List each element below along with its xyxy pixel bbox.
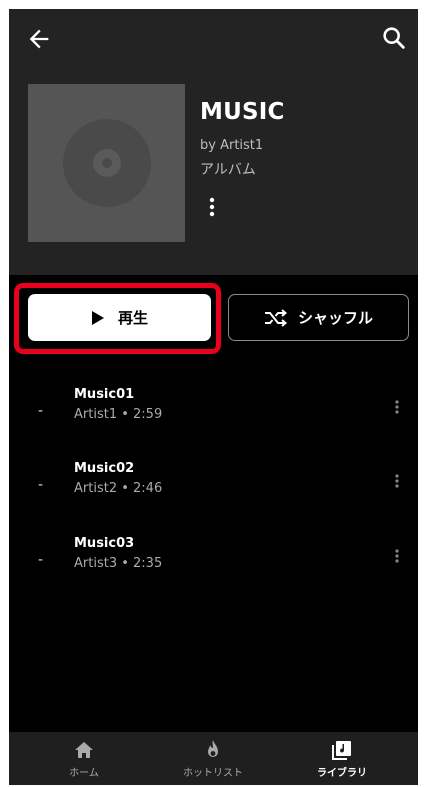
nav-library-label: ライブラリ (317, 768, 367, 779)
album-header: MUSIC by Artist1 アルバム (9, 9, 418, 275)
track-more-icon[interactable] (389, 542, 405, 570)
nav-hotlist[interactable]: ホットリスト (158, 732, 268, 785)
album-title: MUSIC (200, 99, 285, 125)
track-index: - (38, 477, 44, 493)
back-arrow-icon[interactable] (25, 25, 53, 53)
play-label: 再生 (117, 309, 148, 327)
nav-home-label: ホーム (69, 768, 99, 779)
home-icon (75, 742, 93, 758)
app-screen: MUSIC by Artist1 アルバム 再生 シャッフル - Music01… (9, 9, 418, 785)
album-type: アルバム (200, 162, 256, 178)
nav-library[interactable]: ライブラリ (287, 732, 397, 785)
track-row[interactable]: - Music03 Artist3 • 2:35 (9, 530, 418, 592)
search-icon[interactable] (380, 24, 408, 52)
flame-icon (208, 740, 218, 757)
shuffle-icon (264, 308, 288, 327)
track-index: - (38, 552, 44, 568)
shuffle-button[interactable]: シャッフル (228, 294, 409, 341)
track-more-icon[interactable] (389, 393, 405, 421)
album-artwork (28, 84, 185, 242)
play-icon (91, 310, 104, 325)
track-row[interactable]: - Music01 Artist1 • 2:59 (9, 381, 418, 443)
track-subtitle: Artist1 • 2:59 (74, 407, 163, 422)
track-index: - (38, 403, 44, 419)
track-title: Music02 (74, 461, 135, 476)
album-artist: by Artist1 (200, 138, 264, 153)
bottom-navigation: ホーム ホットリスト ライブラリ (9, 732, 418, 785)
nav-hotlist-label: ホットリスト (183, 768, 243, 779)
track-title: Music03 (74, 536, 135, 551)
track-more-icon[interactable] (389, 467, 405, 495)
track-title: Music01 (74, 387, 135, 402)
track-subtitle: Artist2 • 2:46 (74, 481, 163, 496)
album-more-icon[interactable] (202, 194, 222, 220)
disc-icon (62, 119, 151, 207)
track-subtitle: Artist3 • 2:35 (74, 556, 163, 571)
shuffle-label: シャッフル (297, 309, 373, 327)
play-button[interactable]: 再生 (28, 294, 211, 341)
library-music-icon (332, 741, 351, 760)
track-row[interactable]: - Music02 Artist2 • 2:46 (9, 455, 418, 517)
nav-home[interactable]: ホーム (29, 732, 139, 785)
